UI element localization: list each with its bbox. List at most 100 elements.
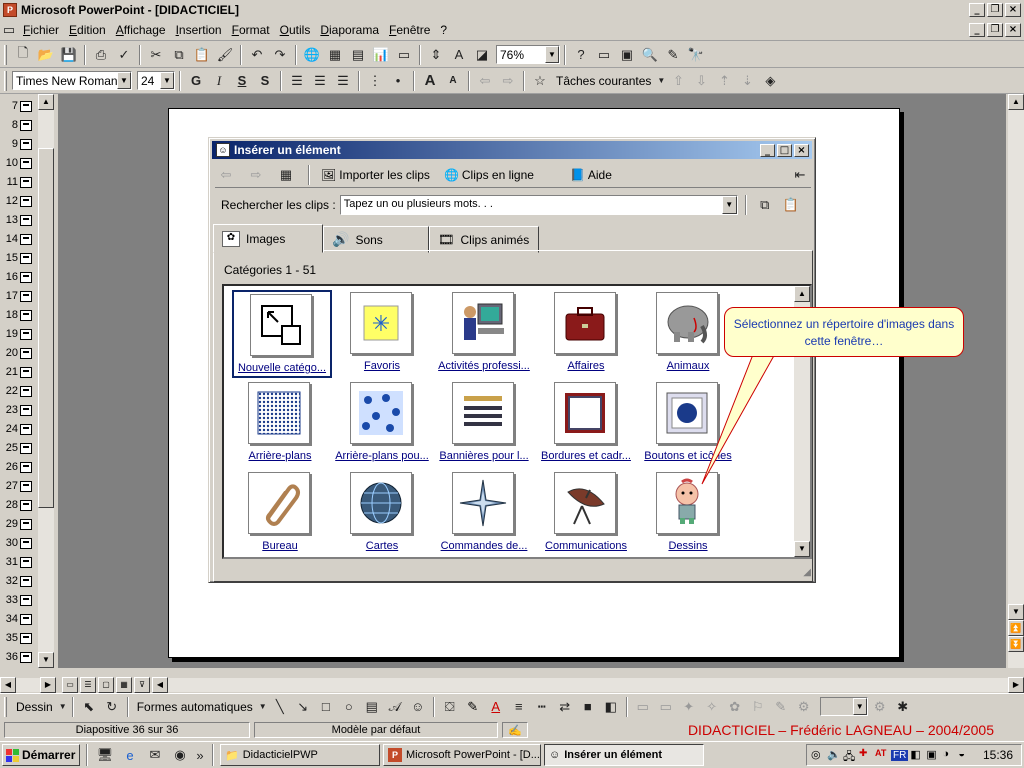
slide-icon[interactable]	[20, 538, 32, 549]
close-button[interactable]: ×	[1005, 3, 1021, 17]
slide-icon[interactable]	[20, 177, 32, 188]
powerpoint-icon[interactable]: P	[3, 3, 17, 17]
slide-icon[interactable]	[20, 272, 32, 283]
paperclip-icon[interactable]	[248, 472, 310, 534]
align-right-icon[interactable]: ☰	[332, 70, 354, 92]
outline-slide-number[interactable]: 7	[0, 100, 18, 112]
flower-pattern-icon[interactable]	[350, 382, 412, 444]
restore-button[interactable]: ❐	[987, 3, 1003, 17]
find-icon[interactable]: 🔭	[685, 44, 707, 66]
category-label[interactable]: Affaires	[536, 360, 636, 372]
gallery-scroll-up-icon[interactable]: ▲	[794, 286, 810, 302]
tray-icon-1[interactable]: ◎	[811, 748, 825, 762]
quicklaunch-media-icon[interactable]: ◉	[169, 744, 191, 766]
volume-icon[interactable]: 🔈	[827, 748, 841, 762]
category-item[interactable]: Nouvelle catégo...	[232, 290, 332, 378]
new-icon[interactable]: 🗋	[12, 44, 34, 66]
align-center-icon[interactable]: ☰	[309, 70, 331, 92]
new-slide-icon[interactable]: ▭	[393, 44, 415, 66]
line-color-icon[interactable]: ✎	[462, 696, 484, 718]
outline-scroll-right-icon[interactable]: ▶	[40, 677, 56, 693]
free-rotate-icon[interactable]: ↻	[101, 696, 123, 718]
rectangle-icon[interactable]: □	[315, 696, 337, 718]
redo-icon[interactable]: ↷	[269, 44, 291, 66]
category-label[interactable]: Communications	[536, 540, 636, 552]
outline-slide-number[interactable]: 36	[0, 651, 18, 663]
numbering-icon[interactable]: ⋮	[364, 70, 386, 92]
category-label[interactable]: Nouvelle catégo...	[232, 362, 332, 374]
bullets-icon[interactable]: •	[387, 70, 409, 92]
scroll-up-icon[interactable]: ▲	[38, 94, 54, 110]
slide-icon[interactable]	[20, 310, 32, 321]
tab-sons[interactable]: 🔊 Sons	[323, 226, 429, 253]
slide-icon[interactable]	[20, 500, 32, 511]
category-label[interactable]: Bordures et cadr...	[536, 450, 636, 462]
slide-icon[interactable]	[20, 481, 32, 492]
underline-button[interactable]: S	[231, 70, 253, 92]
slide-icon[interactable]	[20, 595, 32, 606]
animation-effects-icon[interactable]: ☆	[529, 70, 551, 92]
zoom-select[interactable]: 76% ▼	[496, 45, 560, 64]
outline-slide-number[interactable]: 19	[0, 328, 18, 340]
autoshapes-dropdown-icon[interactable]: ▼	[258, 696, 268, 718]
dialog-minimize-button[interactable]: _	[760, 143, 775, 157]
category-label[interactable]: Cartes	[332, 540, 432, 552]
outline-slide-number[interactable]: 27	[0, 480, 18, 492]
align-left-icon[interactable]: ☰	[286, 70, 308, 92]
category-item[interactable]: Arrière-plans	[232, 380, 332, 468]
category-item[interactable]: Bordures et cadr...	[538, 380, 638, 468]
menu-insertion[interactable]: Insertion	[171, 23, 227, 37]
import-clips-button[interactable]: 🖼 Importer les clips	[321, 168, 430, 182]
outline-slide-number[interactable]: 12	[0, 195, 18, 207]
new-category-icon[interactable]	[250, 294, 312, 356]
category-label[interactable]: Favoris	[332, 360, 432, 372]
category-item[interactable]: Activités professi...	[436, 290, 536, 378]
wordart-icon[interactable]: 𝒜	[384, 696, 406, 718]
slide-icon[interactable]	[20, 367, 32, 378]
outline-slide-number[interactable]: 8	[0, 119, 18, 131]
outline-slide-number[interactable]: 34	[0, 613, 18, 625]
doc-close-button[interactable]: ×	[1005, 23, 1021, 37]
category-label[interactable]: Bureau	[230, 540, 330, 552]
category-item[interactable]: ✳ Favoris	[334, 290, 434, 378]
start-button[interactable]: Démarrer	[2, 744, 80, 766]
demote-icon[interactable]: ⇨	[497, 70, 519, 92]
slide-scroll-down-icon[interactable]: ▼	[1008, 604, 1024, 620]
outline-slide-number[interactable]: 22	[0, 385, 18, 397]
slide-icon[interactable]	[20, 253, 32, 264]
menu-diaporama[interactable]: Diaporama	[315, 23, 384, 37]
slide-icon[interactable]	[20, 386, 32, 397]
menu-affichage[interactable]: Affichage	[111, 23, 171, 37]
tab-images[interactable]: ✿ Images	[213, 224, 323, 253]
search-input[interactable]: Tapez un ou plusieurs mots. . . ▼	[339, 195, 738, 215]
italic-button[interactable]: I	[208, 70, 230, 92]
collapse-icon[interactable]: ⇡	[713, 70, 735, 92]
scroll-down-icon[interactable]: ▼	[38, 652, 54, 668]
dialog-maximize-button[interactable]: □	[777, 143, 792, 157]
h-scroll-left-icon[interactable]: ◀	[152, 677, 168, 693]
bold-button[interactable]: G	[185, 70, 207, 92]
globe-icon[interactable]	[350, 472, 412, 534]
category-label[interactable]: Arrière-plans pou...	[332, 450, 432, 462]
dot-grid-icon[interactable]	[248, 382, 310, 444]
hyperlink-icon[interactable]: 🌐	[301, 44, 323, 66]
category-item[interactable]: Bannières pour l...	[436, 380, 536, 468]
elephant-icon[interactable]	[656, 292, 718, 354]
increase-font-icon[interactable]: A	[419, 70, 441, 92]
format-painter-icon[interactable]: 🖌	[214, 44, 236, 66]
paste-icon[interactable]: 📋	[191, 44, 213, 66]
slide-sorter-icon[interactable]: ▣	[616, 44, 638, 66]
slide-icon[interactable]	[20, 291, 32, 302]
outline-slide-number[interactable]: 32	[0, 575, 18, 587]
menu-fichier[interactable]: Fichier	[18, 23, 64, 37]
network-icon[interactable]: 🖧	[843, 748, 857, 763]
category-item[interactable]: Commandes de...	[436, 470, 536, 558]
category-item[interactable]: Arrière-plans pou...	[334, 380, 434, 468]
frame-icon[interactable]	[554, 382, 616, 444]
font-size-select[interactable]: 24 ▼	[137, 71, 175, 90]
font-select[interactable]: Times New Roman ▼	[12, 71, 132, 90]
outline-slide-number[interactable]: 23	[0, 404, 18, 416]
task-powerpoint[interactable]: P Microsoft PowerPoint - [D...	[383, 744, 541, 766]
textbox-icon[interactable]: ▤	[361, 696, 383, 718]
slide-icon[interactable]	[20, 633, 32, 644]
